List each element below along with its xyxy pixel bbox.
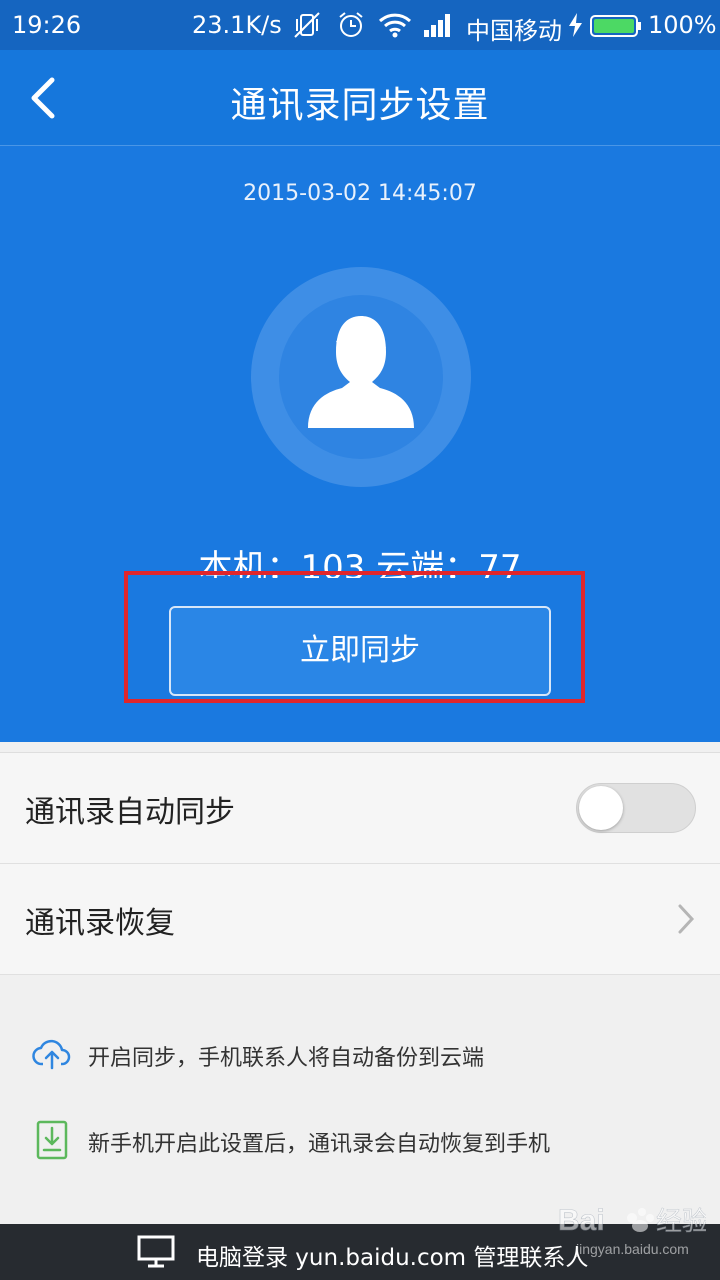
restore-label: 通讯录恢复 [25, 906, 175, 941]
battery-icon [590, 15, 641, 37]
tip-text: 新手机开启此设置后，通讯录会自动恢复到手机 [88, 1132, 551, 1157]
tip-text: 开启同步，手机联系人将自动备份到云端 [88, 1046, 485, 1071]
alarm-icon [339, 12, 363, 37]
status-net-speed: 23.1K/s [192, 11, 282, 39]
svg-text:Bai: Bai [558, 1204, 605, 1237]
web-login-hint: 电脑登录 yun.baidu.com 管理联系人 [196, 1245, 589, 1271]
wifi-icon [378, 13, 412, 38]
restore-row[interactable]: 通讯录恢复 [0, 864, 720, 975]
page-title: 通讯录同步设置 [230, 85, 490, 126]
auto-sync-row[interactable]: 通讯录自动同步 [0, 753, 720, 864]
chevron-right-icon [678, 904, 695, 934]
signal-icon [424, 14, 450, 37]
monitor-icon [137, 1235, 175, 1268]
svg-text:jingyan.baidu.com: jingyan.baidu.com [575, 1241, 689, 1257]
status-carrier: 中国移动 [466, 17, 562, 45]
annotation-highlight-box [124, 571, 585, 703]
baidu-jingyan-watermark: Bai 经验 jingyan.baidu.com [558, 1204, 706, 1257]
tip-auto-restore: 新手机开启此设置后，通讯录会自动恢复到手机 [0, 1120, 720, 1170]
status-time: 19:26 [12, 11, 82, 39]
tip-auto-backup: 开启同步，手机联系人将自动备份到云端 [0, 1034, 720, 1084]
auto-sync-toggle[interactable] [576, 783, 696, 833]
status-bar: 19:26 23.1K/s 中国移动 100% [0, 0, 720, 50]
title-bar: 通讯录同步设置 [0, 50, 720, 146]
vibrate-off-icon [294, 12, 320, 38]
settings-list: 通讯录自动同步 通讯录恢复 [0, 752, 720, 975]
svg-text:经验: 经验 [656, 1206, 706, 1236]
cloud-upload-icon [32, 1039, 71, 1070]
last-sync-time: 2015-03-02 14:45:07 [243, 181, 477, 206]
status-battery-percent: 100% [648, 11, 717, 39]
sync-header: 通讯录同步设置 2015-03-02 14:45:07 本机：103 云端：77… [0, 50, 720, 742]
charging-icon [569, 13, 582, 37]
download-phone-icon [36, 1120, 68, 1160]
auto-sync-label: 通讯录自动同步 [25, 795, 235, 830]
contact-avatar-icon [308, 316, 414, 428]
toggle-knob [579, 786, 623, 830]
